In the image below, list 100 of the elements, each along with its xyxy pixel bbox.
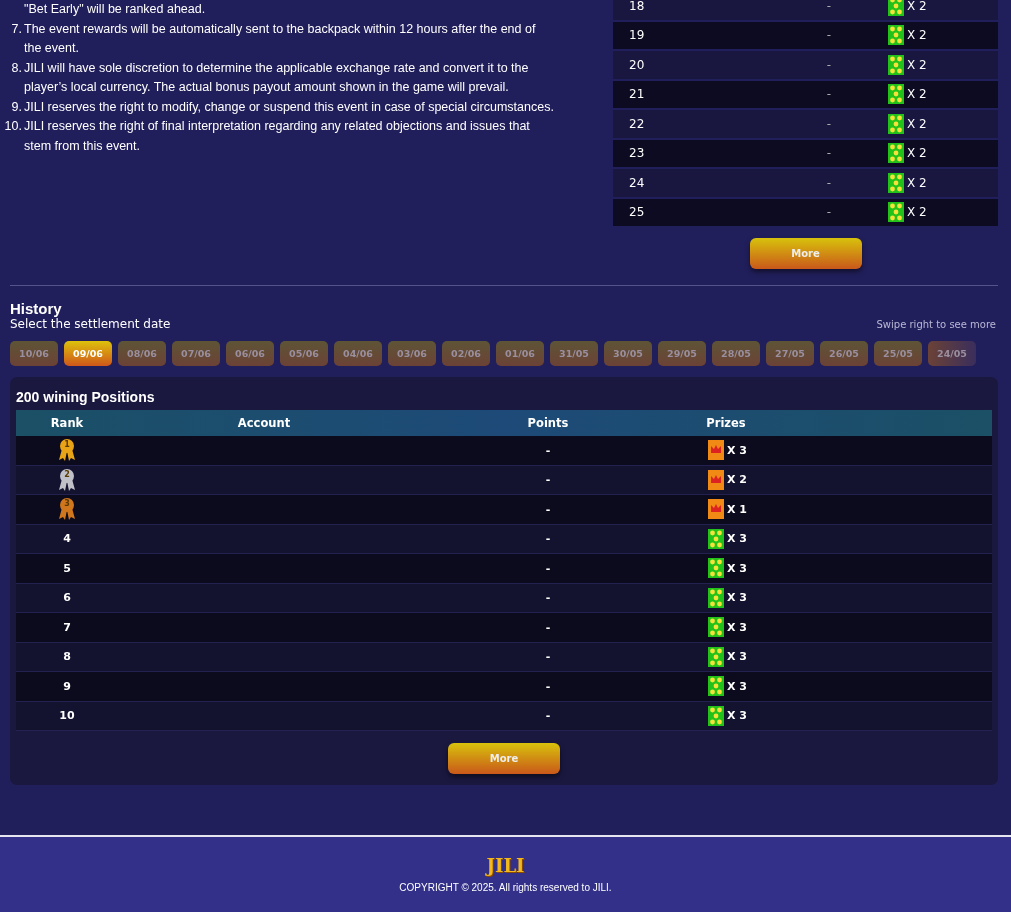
date-tab[interactable]: 05/06 [280, 341, 328, 366]
points-cell-text: - [544, 650, 552, 664]
date-tab[interactable]: 30/05 [604, 341, 652, 366]
rule-number: 7. [10, 20, 23, 38]
points-cell-text: - [825, 146, 831, 161]
rank-cell: 7 [63, 620, 71, 634]
stars-card-icon [888, 84, 904, 105]
stars-card-icon [888, 54, 904, 75]
prize-count: X 3 [727, 679, 747, 693]
more-button[interactable]: More [448, 743, 560, 774]
column-header: Account [236, 416, 292, 430]
stars-card-icon [888, 143, 904, 164]
rule-number: 8. [10, 59, 23, 77]
rule-number: 10. [3, 118, 23, 135]
medal-number: 1 [63, 440, 71, 450]
rank-cell: 10 [59, 709, 75, 723]
crown-card-icon [708, 469, 724, 490]
prize-count: X 2 [907, 0, 927, 13]
panel-title: 200 wining Positions [16, 389, 156, 405]
points-cell-text: - [825, 28, 831, 43]
rank-cell: 5 [63, 561, 71, 575]
rank-cell: 8 [63, 650, 71, 664]
date-tab[interactable]: 01/06 [496, 341, 544, 366]
points-cell-text: - [825, 57, 831, 72]
stars-card-icon [888, 113, 904, 134]
date-tab[interactable]: 10/06 [10, 341, 58, 366]
section-title: History [10, 300, 62, 317]
column-header: Rank [49, 416, 85, 430]
points-cell-text: - [544, 473, 552, 487]
date-tab[interactable]: 25/05 [874, 341, 922, 366]
logo: JILI [486, 855, 525, 876]
stars-card-icon [888, 172, 904, 193]
rank-cell-text: 19 [628, 28, 646, 43]
prize-count: X 2 [907, 175, 927, 190]
date-tab[interactable]: 28/05 [712, 341, 760, 366]
prize-count: X 3 [727, 591, 747, 605]
stars-card-icon [708, 587, 724, 608]
prize-count: X 1 [727, 502, 747, 516]
points-cell-text: - [544, 709, 552, 723]
date-tab[interactable]: 09/06 [64, 341, 112, 366]
section-subtitle: Select the settlement date [10, 317, 171, 331]
prize-count: X 3 [727, 561, 747, 575]
date-tab[interactable]: 29/05 [658, 341, 706, 366]
rank-cell-text: 20 [628, 57, 646, 72]
rule-text: JILI reserves the right to modify, change or suspend this event in case of special circumstances. [24, 98, 554, 116]
points-cell-text: - [825, 0, 831, 13]
points-cell-text: - [544, 561, 552, 575]
date-tab[interactable]: 02/06 [442, 341, 490, 366]
stars-card-icon [708, 617, 724, 638]
copyright-text: COPYRIGHT © 2025. All rights reserved to JILI. [399, 882, 612, 893]
prize-count: X 2 [727, 473, 747, 487]
stars-card-icon [888, 202, 904, 223]
points-cell-text: - [544, 443, 552, 457]
rule-text: JILI will have sole discretion to determine the applicable exchange rate and convert it to the player’s local currency. The actual bonus payout amount shown in the game will prevail. [24, 59, 530, 96]
rule-text: The event rewards will be automatically sent to the backpack within 12 hours after the end of the event. [24, 20, 537, 57]
rank-cell-text: 21 [628, 87, 646, 102]
prize-count: X 2 [907, 146, 927, 161]
stars-card-icon [708, 676, 724, 697]
stars-card-icon [888, 0, 904, 16]
date-tab[interactable]: 04/06 [334, 341, 382, 366]
prize-count: X 2 [907, 28, 927, 43]
rank-cell-text: 23 [628, 146, 646, 161]
prize-count: X 3 [727, 620, 747, 634]
rank-cell-text: 24 [628, 175, 646, 190]
stars-card-icon [708, 558, 724, 579]
prize-count: X 2 [907, 57, 927, 72]
stars-card-icon [708, 705, 724, 726]
date-tab[interactable]: 31/05 [550, 341, 598, 366]
rank-cell: 9 [63, 679, 71, 693]
points-cell-text: - [544, 502, 552, 516]
points-cell-text: - [825, 205, 831, 220]
date-tab[interactable]: 24/05 [928, 341, 976, 366]
medal-number: 3 [63, 499, 71, 509]
rule-number: 9. [10, 98, 23, 116]
date-tab[interactable]: 03/06 [388, 341, 436, 366]
stars-card-icon [708, 528, 724, 549]
rank-cell-text: 22 [628, 116, 646, 131]
points-cell-text: - [544, 679, 552, 693]
points-cell-text: - [825, 87, 831, 102]
prize-count: X 2 [907, 116, 927, 131]
more-button[interactable]: More [749, 238, 862, 269]
rank-cell-text: 25 [628, 205, 646, 220]
points-cell-text: - [544, 532, 552, 546]
date-tab[interactable]: 07/06 [172, 341, 220, 366]
prize-count: X 3 [727, 650, 747, 664]
prize-count: X 2 [907, 87, 927, 102]
date-tab[interactable]: 06/06 [226, 341, 274, 366]
date-tab[interactable]: 26/05 [820, 341, 868, 366]
rank-cell: 4 [63, 532, 71, 546]
rule-text: "Bet Early" will be ranked ahead. [23, 1, 207, 18]
points-cell-text: - [544, 620, 552, 634]
prize-count: X 3 [727, 532, 747, 546]
rule-text: JILI reserves the right of final interpretation regarding any related objections and issues that stem from this event. [24, 118, 531, 155]
date-tab[interactable]: 27/05 [766, 341, 814, 366]
swipe-hint: Swipe right to see more [876, 318, 996, 330]
column-header: Points [526, 416, 570, 430]
column-header: Prizes [705, 416, 747, 430]
date-tab[interactable]: 08/06 [118, 341, 166, 366]
crown-card-icon [708, 440, 724, 461]
rank-cell: 6 [63, 591, 71, 605]
